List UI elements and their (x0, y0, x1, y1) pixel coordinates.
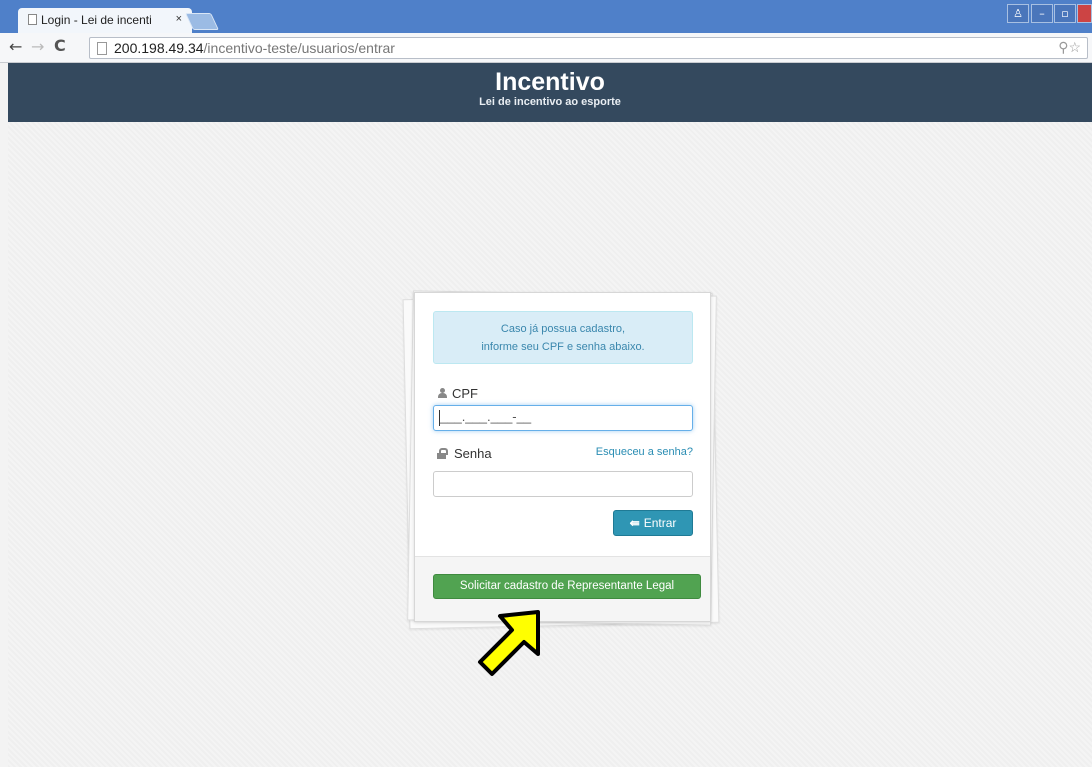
entrar-button[interactable]: ⇚ Entrar (613, 510, 693, 536)
entrar-label: Entrar (643, 516, 677, 530)
window-close-button[interactable] (1077, 4, 1092, 23)
cpf-label: CPF (437, 386, 478, 401)
cpf-mask: ___.___.___-__ (440, 409, 532, 424)
forward-arrow-icon[interactable]: → (31, 37, 44, 56)
browser-tab[interactable]: Login - Lei de incenti × (18, 8, 192, 33)
profile-icon[interactable]: ♙ (1007, 4, 1029, 23)
brand-subtitle: Lei de incentivo ao esporte (479, 96, 621, 108)
forgot-password-link[interactable]: Esqueceu a senha? (596, 446, 693, 458)
bookmark-star-icon[interactable]: ⚲☆ (1058, 39, 1081, 56)
site-header: Incentivo Lei de incentivo ao esporte (8, 63, 1092, 122)
lock-icon (437, 448, 448, 459)
url-input[interactable]: 200.198.49.34/incentivo-teste/usuarios/e… (89, 37, 1088, 59)
login-card: Caso já possua cadastro, informe seu CPF… (414, 292, 711, 622)
tab-close-icon[interactable]: × (176, 13, 182, 25)
page-icon (28, 14, 37, 25)
page-icon (97, 42, 107, 55)
minimize-button[interactable]: – (1031, 4, 1053, 23)
browser-tab-bar: Login - Lei de incenti × ♙ – ▫ (0, 0, 1092, 33)
address-bar: ← → C 200.198.49.34/incentivo-teste/usua… (0, 33, 1092, 63)
annotation-arrow-icon (478, 610, 540, 676)
user-icon (437, 388, 448, 399)
url-host: 200.198.49.34 (114, 40, 204, 56)
cpf-input[interactable]: ___.___.___-__ (433, 405, 693, 431)
info-line-1: Caso já possua cadastro, (500, 323, 626, 335)
info-alert: Caso já possua cadastro, informe seu CPF… (433, 311, 693, 364)
url-path: /incentivo-teste/usuarios/entrar (203, 40, 395, 56)
maximize-button[interactable]: ▫ (1054, 4, 1076, 23)
senha-input[interactable] (433, 471, 693, 497)
solicitar-cadastro-button[interactable]: Solicitar cadastro de Representante Lega… (433, 574, 701, 599)
senha-label-text: Senha (454, 446, 492, 461)
info-line-2: informe seu CPF e senha abaixo. (481, 341, 645, 353)
back-arrow-icon[interactable]: ← (9, 37, 22, 56)
text-caret (439, 410, 440, 426)
reload-icon[interactable]: C (54, 36, 66, 55)
tab-title: Login - Lei de incenti (41, 13, 152, 27)
senha-label: Senha (437, 446, 492, 461)
sign-in-icon: ⇚ (629, 516, 640, 530)
brand-title: Incentivo (495, 68, 605, 96)
cpf-label-text: CPF (452, 386, 478, 401)
